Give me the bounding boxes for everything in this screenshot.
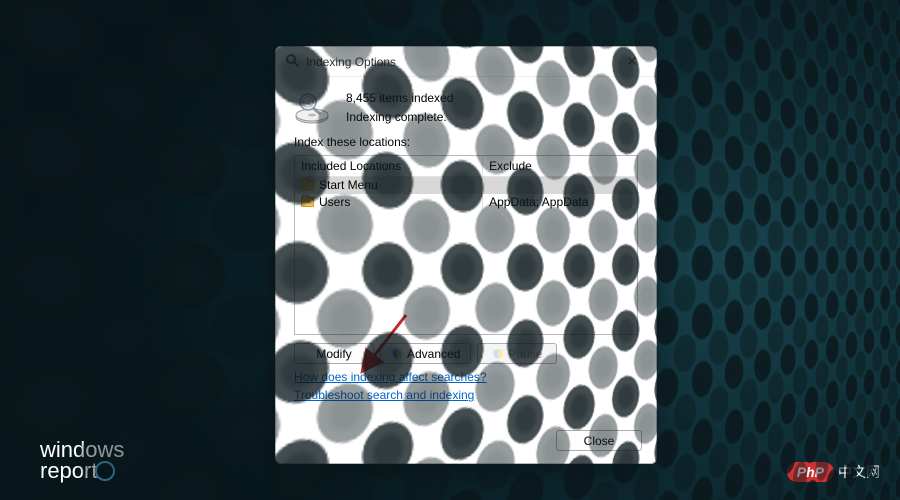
advanced-button[interactable]: Advanced bbox=[380, 343, 471, 364]
column-included[interactable]: Included Locations bbox=[295, 156, 483, 176]
locations-list[interactable]: Included Locations Exclude Start Menu Us… bbox=[294, 155, 638, 335]
modify-button[interactable]: Modify bbox=[294, 343, 374, 364]
row-exclude bbox=[483, 177, 637, 194]
php-text: 中文网 bbox=[838, 462, 880, 482]
indexing-status: Indexing complete. bbox=[346, 108, 453, 127]
pause-button: Pause bbox=[477, 343, 557, 364]
watermark-line2: report bbox=[40, 458, 97, 483]
row-name: Start Menu bbox=[319, 178, 378, 192]
items-indexed: 8,455 items indexed bbox=[346, 89, 453, 108]
action-buttons: Modify Advanced Pause bbox=[276, 335, 656, 364]
link-troubleshoot[interactable]: Troubleshoot search and indexing bbox=[294, 388, 638, 402]
locations-label: Index these locations: bbox=[276, 135, 656, 153]
titlebar[interactable]: Indexing Options ✕ bbox=[276, 47, 656, 77]
shield-icon bbox=[391, 348, 403, 360]
watermark-dot-icon bbox=[95, 461, 115, 481]
php-pill: PhP bbox=[787, 462, 834, 482]
help-links: How does indexing affect searches? Troub… bbox=[276, 364, 656, 402]
column-exclude[interactable]: Exclude bbox=[483, 156, 637, 176]
php-cn-watermark: PhP 中文网 bbox=[787, 462, 880, 482]
row-exclude: AppData; AppData bbox=[483, 194, 637, 211]
list-header[interactable]: Included Locations Exclude bbox=[295, 156, 637, 177]
status-section: 8,455 items indexed Indexing complete. bbox=[276, 77, 656, 135]
link-how-indexing[interactable]: How does indexing affect searches? bbox=[294, 370, 638, 384]
indexing-icon bbox=[284, 52, 300, 71]
shield-icon bbox=[492, 348, 504, 360]
magnifier-drive-icon bbox=[294, 91, 332, 125]
windows-report-watermark: windows report bbox=[40, 440, 124, 482]
list-item[interactable]: Users AppData; AppData bbox=[295, 194, 637, 211]
close-button[interactable]: ✕ bbox=[616, 53, 648, 70]
indexing-options-dialog: Indexing Options ✕ 8,455 items indexed I… bbox=[275, 46, 657, 464]
folder-icon bbox=[301, 180, 314, 190]
folder-icon bbox=[301, 197, 314, 207]
close-footer-button[interactable]: Close bbox=[556, 430, 642, 451]
dialog-title: Indexing Options bbox=[306, 55, 610, 69]
list-item[interactable]: Start Menu bbox=[295, 177, 637, 194]
row-name: Users bbox=[319, 195, 350, 209]
